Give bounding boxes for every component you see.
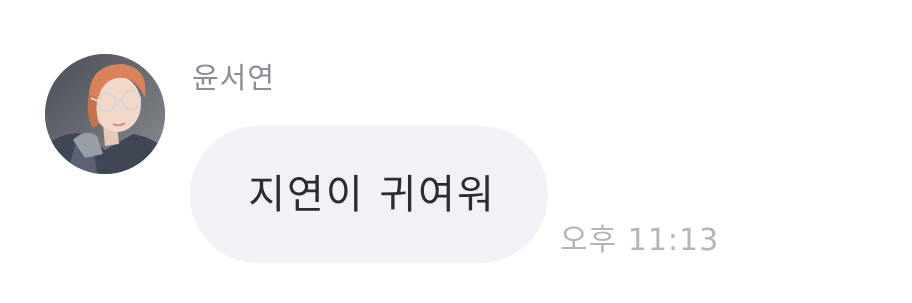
sender-name: 윤서연 — [192, 61, 276, 95]
message-timestamp: 오후 11:13 — [560, 223, 720, 258]
chat-message-row: 윤서연 지연이 귀여워 오후 11:13 — [0, 0, 912, 303]
message-text: 지연이 귀여워 — [248, 171, 496, 218]
message-bubble[interactable]: 지연이 귀여워 — [190, 126, 548, 263]
avatar[interactable] — [45, 54, 165, 174]
profile-photo-icon — [45, 54, 165, 174]
